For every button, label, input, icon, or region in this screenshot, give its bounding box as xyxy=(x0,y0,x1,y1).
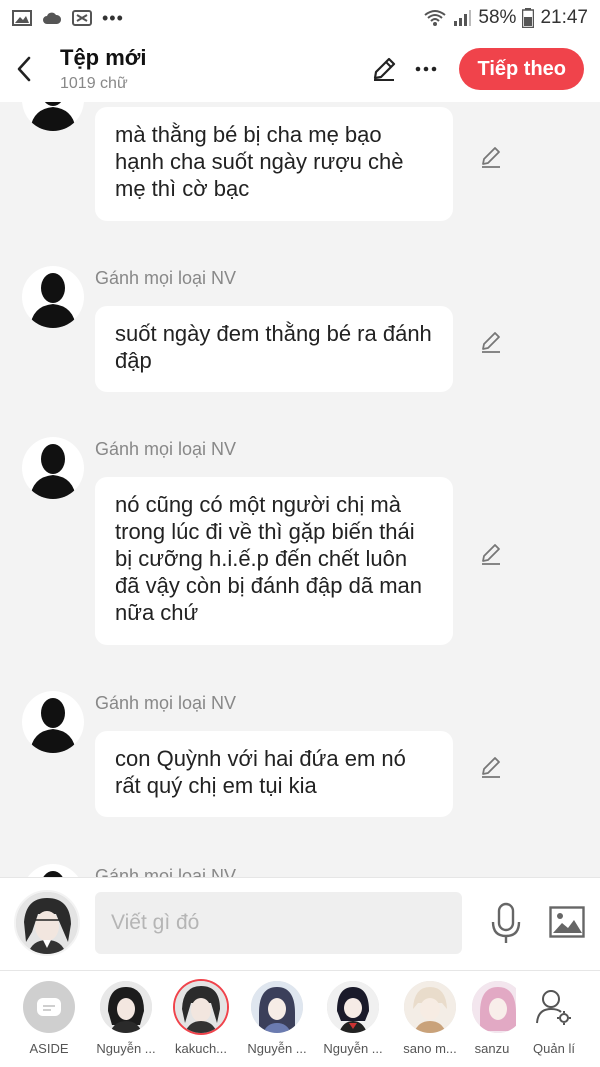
character-avatar[interactable] xyxy=(22,691,84,753)
sender-name: Gánh mọi loại NV xyxy=(95,268,237,288)
character-bar[interactable]: ASIDE Nguyễn ... kakuch... Nguyễn ... Ng… xyxy=(0,971,600,1067)
sender-name: Gánh mọi loại NV xyxy=(95,439,237,459)
back-button[interactable] xyxy=(0,39,48,99)
character-name: Nguyễn ... xyxy=(96,1041,156,1056)
character-name: kakuch... xyxy=(174,1041,228,1056)
status-bar: ••• 58% 21:47 xyxy=(0,0,600,36)
character-item[interactable]: Nguyễn ... xyxy=(315,981,391,1056)
microphone-icon[interactable] xyxy=(488,902,524,946)
character-portrait-icon xyxy=(175,981,227,1033)
message-composer: Viết gì đó xyxy=(0,877,600,971)
character-avatar[interactable] xyxy=(22,102,84,131)
app-header: Tệp mới 1019 chữ Tiếp theo xyxy=(0,36,600,102)
person-silhouette-icon xyxy=(30,273,76,328)
person-silhouette-icon xyxy=(30,102,76,131)
character-avatar xyxy=(175,981,227,1033)
next-button[interactable]: Tiếp theo xyxy=(459,48,584,90)
character-name: Nguyễn ... xyxy=(323,1041,383,1056)
message-bubble[interactable]: mà thằng bé bị cha mẹ bạo hạnh cha suốt … xyxy=(95,107,453,221)
more-dots-icon xyxy=(416,66,437,72)
edit-message-icon[interactable] xyxy=(478,754,504,780)
person-silhouette-icon xyxy=(43,871,63,877)
character-item[interactable]: sano m... xyxy=(392,981,468,1056)
character-item[interactable]: Nguyễn ... xyxy=(239,981,315,1056)
edit-message-icon[interactable] xyxy=(478,541,504,567)
image-icon[interactable] xyxy=(549,906,585,938)
message-bubble[interactable]: nó cũng có một người chị mà trong lúc đi… xyxy=(95,477,453,645)
message-bubble[interactable]: con Quỳnh với hai đứa em nó rất quý chị … xyxy=(95,731,453,817)
character-portrait-icon xyxy=(472,981,516,1033)
user-settings-icon xyxy=(536,990,571,1025)
character-name: Nguyễn ... xyxy=(247,1041,307,1056)
character-avatar[interactable] xyxy=(22,437,84,499)
clock: 21:47 xyxy=(540,7,588,28)
capcut-icon xyxy=(72,10,92,26)
character-name: Quản lí xyxy=(533,1041,575,1056)
signal-icon xyxy=(454,10,472,26)
title-block: Tệp mới 1019 chữ xyxy=(60,45,147,93)
wifi-icon xyxy=(424,10,447,26)
person-silhouette-icon xyxy=(30,444,76,499)
character-avatar xyxy=(472,981,516,1033)
character-avatar xyxy=(251,981,303,1033)
chat-list[interactable]: mà thằng bé bị cha mẹ bạo hạnh cha suốt … xyxy=(0,102,600,877)
character-aside[interactable]: ASIDE xyxy=(11,981,87,1056)
page-title: Tệp mới xyxy=(60,45,147,70)
gallery-icon xyxy=(12,10,32,26)
edit-title-button[interactable] xyxy=(365,49,403,89)
character-portrait-icon xyxy=(327,981,379,1033)
sender-name: Gánh mọi loại NV xyxy=(95,693,237,713)
character-avatar[interactable] xyxy=(22,864,84,877)
message-input[interactable]: Viết gì đó xyxy=(95,892,462,954)
character-portrait-icon xyxy=(251,981,303,1033)
more-notifications-icon: ••• xyxy=(102,7,124,28)
person-silhouette-icon xyxy=(30,698,76,753)
character-name: ASIDE xyxy=(29,1041,69,1056)
character-item-selected[interactable]: kakuch... xyxy=(163,981,239,1056)
cloud-icon xyxy=(43,12,62,24)
aside-avatar xyxy=(23,981,75,1033)
aside-bubble-icon xyxy=(37,998,61,1016)
character-portrait-icon xyxy=(404,981,456,1033)
character-name: sano m... xyxy=(403,1041,457,1056)
character-avatar[interactable] xyxy=(22,266,84,328)
manage-characters-button[interactable]: Quản lí xyxy=(516,981,592,1056)
character-item[interactable]: sanzu xyxy=(468,981,516,1056)
word-count: 1019 chữ xyxy=(60,75,128,92)
edit-message-icon[interactable] xyxy=(478,329,504,355)
more-options-button[interactable] xyxy=(407,49,445,89)
character-avatar xyxy=(100,981,152,1033)
edit-message-icon[interactable] xyxy=(478,144,504,170)
battery-icon xyxy=(522,8,535,28)
chevron-left-icon xyxy=(17,56,31,82)
character-item[interactable]: Nguyễn ... xyxy=(88,981,164,1056)
character-avatar xyxy=(327,981,379,1033)
character-avatar xyxy=(404,981,456,1033)
manage-avatar xyxy=(528,981,580,1033)
pencil-icon xyxy=(374,57,396,81)
message-bubble[interactable]: suốt ngày đem thằng bé ra đánh đập xyxy=(95,306,453,392)
current-character-avatar[interactable] xyxy=(14,890,80,956)
character-portrait-icon xyxy=(16,892,78,954)
character-portrait-icon xyxy=(100,981,152,1033)
battery-percent: 58% xyxy=(478,7,517,28)
sender-name: Gánh mọi loại NV xyxy=(95,866,237,877)
character-name: sanzu xyxy=(474,1041,510,1056)
